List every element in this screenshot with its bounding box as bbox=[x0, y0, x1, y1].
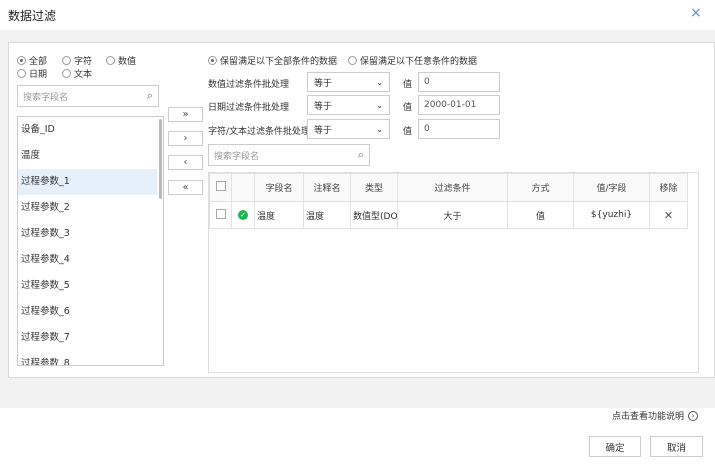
radio-mode-all[interactable]: 保留满足以下全部条件的数据 bbox=[208, 54, 337, 67]
radio-icon bbox=[17, 56, 26, 65]
radio-icon bbox=[106, 56, 115, 65]
cell-field: 温度 bbox=[254, 201, 304, 229]
batch-operator-select[interactable]: 等于 ⌄ bbox=[307, 95, 390, 115]
status-header bbox=[231, 173, 255, 202]
help-link[interactable]: 点击查看功能说明 › bbox=[612, 409, 699, 422]
help-label: 点击查看功能说明 bbox=[612, 412, 685, 422]
radio-number[interactable]: 数值 bbox=[106, 54, 136, 67]
radio-label: 保留满足以下全部条件的数据 bbox=[220, 57, 338, 67]
value-label: 值 bbox=[403, 127, 413, 137]
field-search-input[interactable]: 搜索字段名 ⌕ bbox=[17, 85, 159, 107]
radio-label: 日期 bbox=[29, 70, 48, 80]
table-row: ✓ 温度 温度 数值型(DO 大于 值 ${yuzhi} ✕ bbox=[209, 201, 688, 229]
field-list-item[interactable]: 过程参数_5 bbox=[18, 273, 157, 299]
value-label: 值 bbox=[403, 103, 413, 113]
field-list-item[interactable]: 过程参数_2 bbox=[18, 195, 157, 221]
placeholder: 搜索字段名 bbox=[23, 92, 69, 103]
field-list-item[interactable]: 过程参数_1 bbox=[18, 169, 157, 195]
select-value: 等于 bbox=[314, 101, 333, 112]
radio-icon bbox=[348, 56, 357, 65]
header-comment: 注释名 bbox=[303, 173, 351, 202]
radio-label: 全部 bbox=[29, 57, 48, 67]
batch-value-input[interactable]: 0 bbox=[418, 72, 500, 92]
header-field: 字段名 bbox=[254, 173, 304, 202]
chevron-down-icon: ⌄ bbox=[376, 77, 383, 87]
cell-comment: 温度 bbox=[303, 201, 351, 229]
header-type: 类型 bbox=[350, 173, 398, 202]
batch-value-input[interactable]: 2000-01-01 bbox=[418, 95, 500, 115]
cell-condition[interactable]: 大于 bbox=[397, 201, 508, 229]
condition-table: 字段名 注释名 类型 过滤条件 方式 值/字段 移除 ✓ 温度 温度 数值型(D… bbox=[209, 173, 688, 229]
chevron-down-icon: ⌄ bbox=[376, 100, 383, 110]
chevron-down-icon: ⌄ bbox=[376, 124, 383, 134]
radio-label: 数值 bbox=[118, 57, 137, 67]
field-list-item[interactable]: 过程参数_3 bbox=[18, 221, 157, 247]
cell-value[interactable]: ${yuzhi} bbox=[573, 201, 650, 229]
remove-all-button[interactable]: « bbox=[168, 180, 203, 195]
remove-button[interactable]: ‹ bbox=[168, 155, 203, 170]
row-checkbox[interactable] bbox=[209, 201, 232, 229]
remove-icon[interactable]: ✕ bbox=[649, 201, 688, 229]
select-all-checkbox[interactable] bbox=[209, 173, 232, 202]
cell-method[interactable]: 值 bbox=[507, 201, 574, 229]
condition-table-container: 字段名 注释名 类型 过滤条件 方式 值/字段 移除 ✓ 温度 温度 数值型(D… bbox=[208, 172, 699, 373]
dialog-title: 数据过滤 bbox=[8, 9, 57, 23]
radio-mode-any[interactable]: 保留满足以下任意条件的数据 bbox=[348, 54, 477, 67]
select-value: 等于 bbox=[314, 125, 333, 136]
field-list-item[interactable]: 过程参数_7 bbox=[18, 325, 157, 351]
placeholder: 搜索字段名 bbox=[214, 151, 260, 162]
field-list-item[interactable]: 设备_ID bbox=[18, 117, 157, 143]
add-button[interactable]: › bbox=[168, 131, 203, 146]
chevron-right-circle-icon: › bbox=[688, 410, 699, 421]
ok-button[interactable]: 确定 bbox=[589, 436, 641, 457]
search-icon: ⌕ bbox=[146, 89, 153, 102]
field-list-item[interactable]: 温度 bbox=[18, 143, 157, 169]
radio-icon bbox=[62, 69, 71, 78]
batch-label: 字符/文本过滤条件批处理 bbox=[208, 127, 311, 137]
batch-operator-select[interactable]: 等于 ⌄ bbox=[307, 119, 390, 139]
radio-text[interactable]: 文本 bbox=[62, 67, 92, 80]
header-remove: 移除 bbox=[649, 173, 688, 202]
add-all-button[interactable]: » bbox=[168, 107, 203, 122]
radio-label: 字符 bbox=[74, 57, 93, 67]
batch-operator-select[interactable]: 等于 ⌄ bbox=[307, 72, 390, 92]
radio-string[interactable]: 字符 bbox=[62, 54, 92, 67]
batch-label: 数值过滤条件批处理 bbox=[208, 80, 290, 90]
radio-all[interactable]: 全部 bbox=[17, 54, 47, 67]
batch-value-input[interactable]: 0 bbox=[418, 119, 500, 139]
batch-label: 日期过滤条件批处理 bbox=[208, 103, 290, 113]
cell-type: 数值型(DO bbox=[350, 201, 398, 229]
radio-date[interactable]: 日期 bbox=[17, 67, 47, 80]
table-search-input[interactable]: 搜索字段名 ⌕ bbox=[208, 144, 370, 166]
radio-icon bbox=[62, 56, 71, 65]
field-list: 设备_ID 温度 过程参数_1 过程参数_2 过程参数_3 过程参数_4 过程参数_5 过程参… bbox=[17, 116, 164, 366]
radio-icon bbox=[208, 56, 217, 65]
radio-icon bbox=[17, 69, 26, 78]
header-condition: 过滤条件 bbox=[397, 173, 508, 202]
cancel-button[interactable]: 取消 bbox=[650, 436, 703, 457]
check-circle-icon: ✓ bbox=[231, 201, 255, 229]
radio-label: 文本 bbox=[74, 70, 93, 80]
value-label: 值 bbox=[403, 80, 413, 90]
field-list-item[interactable]: 过程参数_6 bbox=[18, 299, 157, 325]
scrollbar[interactable] bbox=[159, 119, 162, 199]
field-list-item[interactable]: 过程参数_8 bbox=[18, 351, 157, 365]
field-list-item[interactable]: 过程参数_4 bbox=[18, 247, 157, 273]
radio-label: 保留满足以下任意条件的数据 bbox=[360, 57, 478, 67]
close-icon[interactable]: × bbox=[690, 5, 702, 21]
select-value: 等于 bbox=[314, 78, 333, 89]
header-value: 值/字段 bbox=[573, 173, 650, 202]
header-method: 方式 bbox=[507, 173, 574, 202]
table-header: 字段名 注释名 类型 过滤条件 方式 值/字段 移除 bbox=[209, 173, 688, 202]
search-icon: ⌕ bbox=[357, 148, 364, 161]
